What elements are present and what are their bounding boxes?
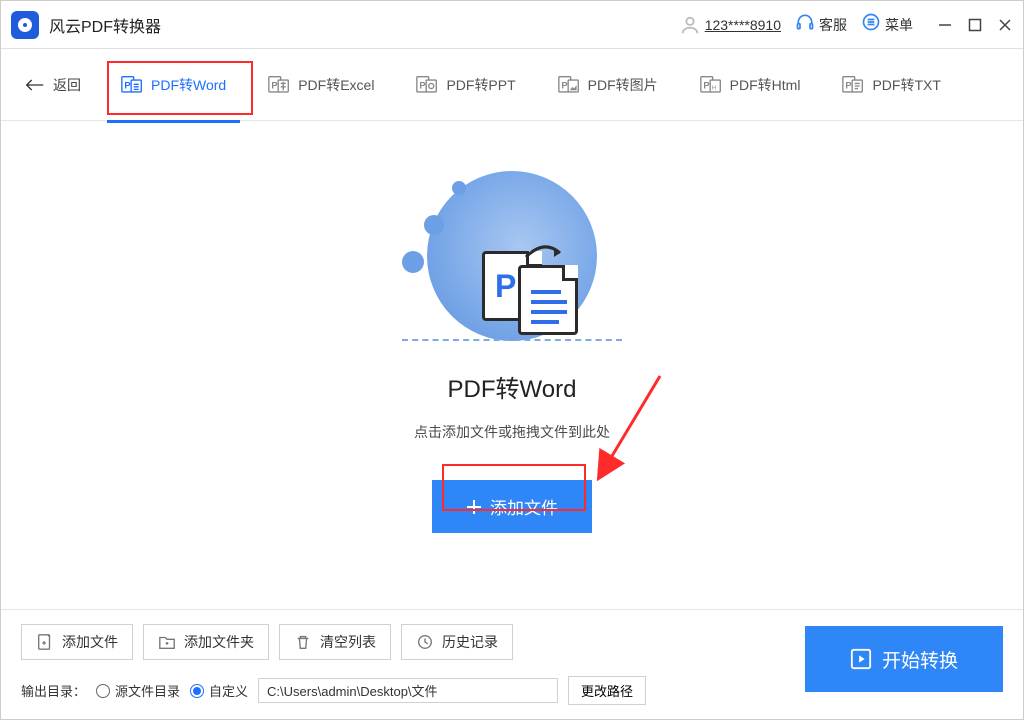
back-label: 返回 xyxy=(53,75,81,95)
tab-label: PDF转Html xyxy=(730,75,801,95)
tab-pdf-to-excel[interactable]: P PDF转Excel xyxy=(266,71,376,99)
add-file-main-button[interactable]: 添加文件 xyxy=(432,480,592,533)
tab-pdf-to-html[interactable]: PH PDF转Html xyxy=(698,71,803,99)
tab-pdf-to-image[interactable]: P PDF转图片 xyxy=(556,71,660,99)
app-title: 风云PDF转换器 xyxy=(49,13,161,37)
support-link[interactable]: 客服 xyxy=(795,12,847,37)
tab-label: PDF转Excel xyxy=(298,75,374,95)
tab-pdf-to-txt[interactable]: P PDF转TXT xyxy=(840,71,942,99)
add-file-label: 添加文件 xyxy=(62,632,118,652)
menu-icon xyxy=(861,12,881,37)
svg-text:P: P xyxy=(272,80,278,90)
radio-source-label: 源文件目录 xyxy=(115,681,180,700)
menu-label: 菜单 xyxy=(885,15,913,35)
tab-label: PDF转Word xyxy=(151,75,226,95)
main-title: PDF转Word xyxy=(448,369,577,404)
svg-text:P: P xyxy=(124,80,130,90)
pdf-word-icon: P xyxy=(121,75,143,95)
tabbar: 返回 P PDF转Word P PDF转Excel P PDF转PPT P PD… xyxy=(1,49,1023,121)
output-dir-label: 输出目录： xyxy=(21,681,86,700)
add-folder-button[interactable]: 添加文件夹 xyxy=(143,624,269,660)
tab-label: PDF转PPT xyxy=(446,75,515,95)
bottom-bar: 添加文件 添加文件夹 清空列表 历史记录 输出目录： 源文件目录 自定义 更改路… xyxy=(1,609,1023,719)
support-label: 客服 xyxy=(819,15,847,35)
add-file-main-label: 添加文件 xyxy=(490,494,558,519)
maximize-button[interactable] xyxy=(967,17,983,33)
titlebar: 风云PDF转换器 123****8910 客服 菜单 xyxy=(1,1,1023,49)
radio-source-dir[interactable]: 源文件目录 xyxy=(96,681,180,700)
clear-list-label: 清空列表 xyxy=(320,632,376,652)
svg-text:P: P xyxy=(846,80,852,90)
radio-custom-dir[interactable]: 自定义 xyxy=(190,681,248,700)
tab-label: PDF转TXT xyxy=(872,75,940,95)
start-convert-label: 开始转换 xyxy=(882,646,958,673)
add-folder-label: 添加文件夹 xyxy=(184,632,254,652)
pdf-image-icon: P xyxy=(558,75,580,95)
menu-link[interactable]: 菜单 xyxy=(861,12,913,37)
titlebar-right: 123****8910 客服 菜单 xyxy=(679,12,1013,37)
tab-label: PDF转图片 xyxy=(588,75,658,95)
user-avatar-icon xyxy=(679,14,701,36)
app-logo xyxy=(11,11,39,39)
minimize-button[interactable] xyxy=(937,17,953,33)
hero-illustration xyxy=(402,171,622,341)
pdf-txt-icon: P xyxy=(842,75,864,95)
tab-pdf-to-ppt[interactable]: P PDF转PPT xyxy=(414,71,517,99)
history-button[interactable]: 历史记录 xyxy=(401,624,513,660)
pdf-html-icon: PH xyxy=(700,75,722,95)
svg-text:H: H xyxy=(712,85,716,91)
main-drop-area[interactable]: PDF转Word 点击添加文件或拖拽文件到此处 添加文件 xyxy=(1,121,1023,609)
pdf-ppt-icon: P xyxy=(416,75,438,95)
main-subtitle: 点击添加文件或拖拽文件到此处 xyxy=(414,422,610,442)
close-button[interactable] xyxy=(997,17,1013,33)
radio-custom-label: 自定义 xyxy=(209,681,248,700)
svg-text:P: P xyxy=(703,80,709,90)
output-path-input[interactable] xyxy=(258,678,558,703)
history-label: 历史记录 xyxy=(442,632,498,652)
svg-text:P: P xyxy=(561,80,567,90)
clear-list-button[interactable]: 清空列表 xyxy=(279,624,391,660)
back-button[interactable]: 返回 xyxy=(25,75,81,95)
change-path-button[interactable]: 更改路径 xyxy=(568,676,646,705)
start-convert-button[interactable]: 开始转换 xyxy=(805,626,1003,692)
add-file-button[interactable]: 添加文件 xyxy=(21,624,133,660)
tab-pdf-to-word[interactable]: P PDF转Word xyxy=(119,71,228,99)
svg-text:P: P xyxy=(420,80,426,90)
headset-icon xyxy=(795,12,815,37)
user-phone[interactable]: 123****8910 xyxy=(705,17,781,33)
pdf-excel-icon: P xyxy=(268,75,290,95)
